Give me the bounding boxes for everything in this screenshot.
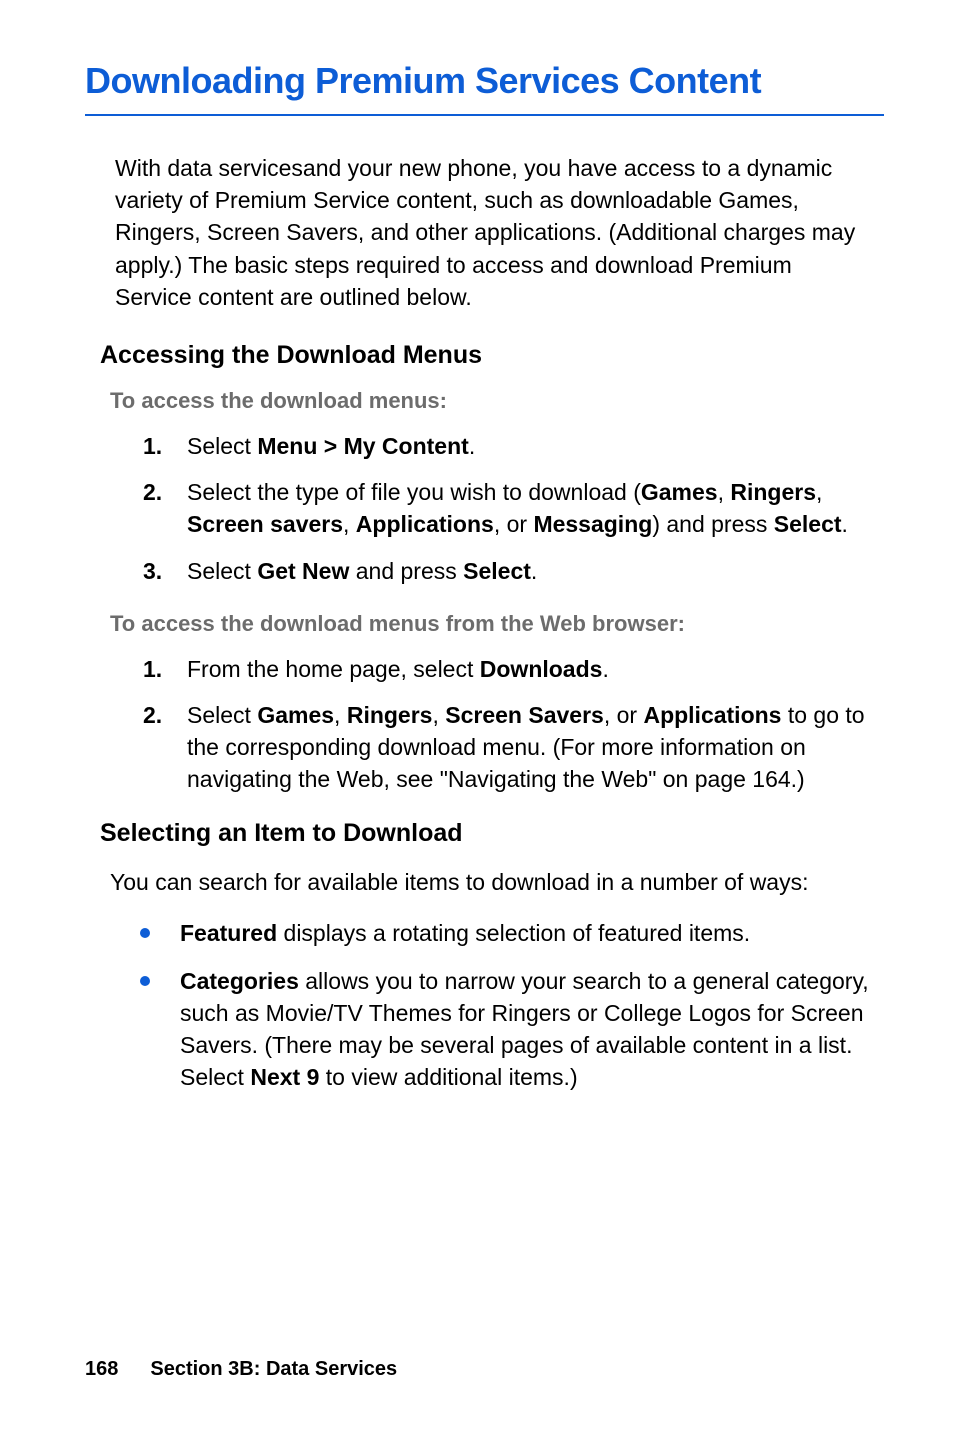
step-text: ) and press [652, 511, 773, 537]
step-text: , [343, 511, 356, 537]
step-text: From the home page, select [187, 656, 480, 682]
step-number: 1. [143, 653, 162, 685]
option-name: Screen Savers [445, 702, 604, 728]
option-name: Ringers [730, 479, 816, 505]
ordered-list-2: 1. From the home page, select Downloads.… [143, 653, 884, 796]
step-text: , [334, 702, 347, 728]
step-text: . [531, 558, 537, 584]
subheading-selecting-item: Selecting an Item to Download [100, 819, 884, 848]
step-text: , [718, 479, 731, 505]
step-text: Select [187, 558, 257, 584]
instruction-heading-2: To access the download menus from the We… [110, 611, 884, 637]
step-text: . [842, 511, 848, 537]
option-name: Applications [643, 702, 781, 728]
step-text: , or [604, 702, 644, 728]
option-name: Screen savers [187, 511, 343, 537]
list-item: 2. Select Games, Ringers, Screen Savers,… [143, 699, 884, 796]
button-name: Select [774, 511, 842, 537]
step-text: , [816, 479, 822, 505]
step-text: and press [349, 558, 463, 584]
page-number: 168 [85, 1358, 118, 1380]
page-title: Downloading Premium Services Content [85, 60, 884, 116]
option-name: Games [641, 479, 718, 505]
step-text: , or [494, 511, 534, 537]
step-number: 2. [143, 699, 162, 731]
step-text: . [602, 656, 608, 682]
list-item: Featured displays a rotating selection o… [140, 917, 884, 949]
step-text: Select [187, 433, 257, 459]
step-number: 1. [143, 430, 162, 462]
option-name: Downloads [480, 656, 603, 682]
option-name: Get New [257, 558, 349, 584]
step-text: Select the type of file you wish to down… [187, 479, 641, 505]
body-paragraph: You can search for available items to do… [110, 866, 864, 898]
subheading-accessing-download-menus: Accessing the Download Menus [100, 341, 884, 370]
step-text: , [432, 702, 445, 728]
list-item: Categories allows you to narrow your sea… [140, 965, 884, 1094]
term: Featured [180, 920, 277, 946]
option-name: Messaging [533, 511, 652, 537]
bullet-list: Featured displays a rotating selection o… [140, 917, 884, 1094]
step-number: 3. [143, 555, 162, 587]
menu-path: Menu > My Content [257, 433, 468, 459]
step-text: . [469, 433, 475, 459]
list-item: 1. From the home page, select Downloads. [143, 653, 884, 685]
option-name: Games [257, 702, 334, 728]
option-name: Ringers [347, 702, 433, 728]
intro-paragraph: With data servicesand your new phone, yo… [115, 152, 874, 313]
option-name: Applications [356, 511, 494, 537]
page-footer: 168 Section 3B: Data Services [85, 1358, 397, 1381]
ordered-list-1: 1. Select Menu > My Content. 2. Select t… [143, 430, 884, 587]
description: displays a rotating selection of feature… [277, 920, 750, 946]
list-item: 2. Select the type of file you wish to d… [143, 476, 884, 540]
description: to view additional items.) [319, 1064, 577, 1090]
option-name: Next 9 [250, 1064, 319, 1090]
list-item: 3. Select Get New and press Select. [143, 555, 884, 587]
step-number: 2. [143, 476, 162, 508]
section-label: Section 3B: Data Services [150, 1358, 397, 1380]
button-name: Select [463, 558, 531, 584]
step-text: Select [187, 702, 257, 728]
term: Categories [180, 968, 299, 994]
list-item: 1. Select Menu > My Content. [143, 430, 884, 462]
instruction-heading-1: To access the download menus: [110, 388, 884, 414]
